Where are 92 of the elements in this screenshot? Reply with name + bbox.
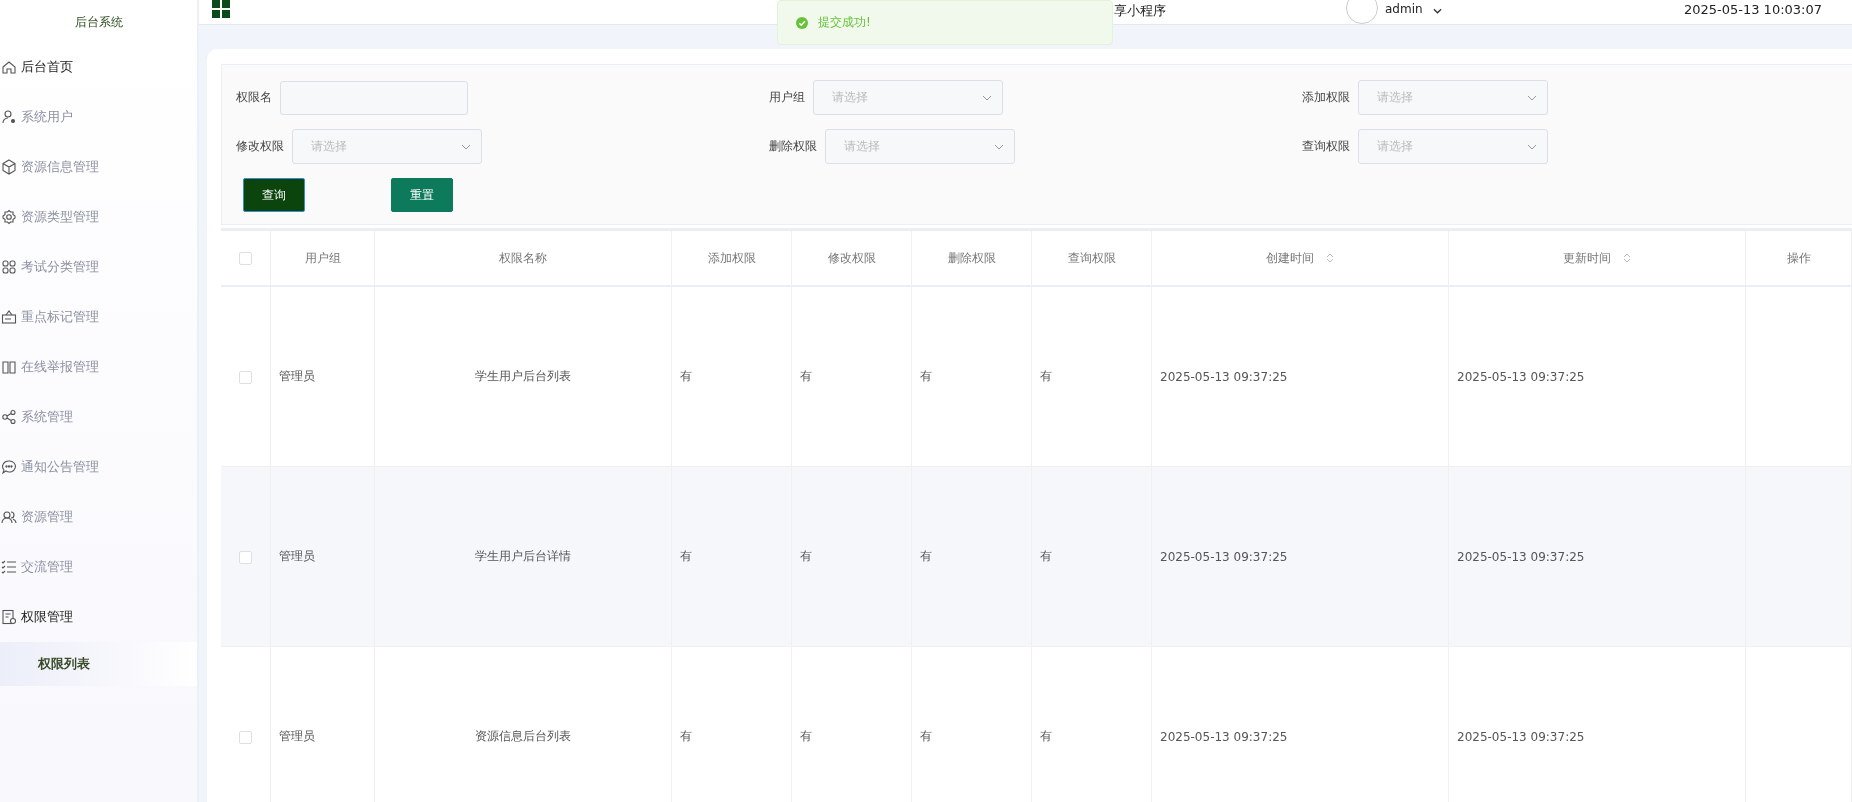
grid-icon	[1, 259, 17, 275]
caret-icon[interactable]	[1432, 8, 1442, 14]
chevron-icon	[1527, 94, 1537, 101]
app-title: 享小程序	[1114, 2, 1166, 20]
table-cell: 管理员	[279, 729, 315, 743]
table-cell: 2025-05-13 09:37:25	[1457, 369, 1585, 384]
sign-icon	[1, 309, 17, 325]
gear-icon	[1, 209, 17, 225]
users-icon	[1, 509, 17, 525]
user-name[interactable]: admin	[1385, 2, 1423, 16]
chevron-icon	[461, 143, 471, 150]
submenu-item[interactable]: 权限列表	[0, 642, 197, 686]
table-cell: 学生用户后台列表	[474, 369, 571, 383]
table-cell: 管理员	[279, 369, 315, 383]
select-field[interactable]: 请选择	[825, 129, 1015, 164]
toast-message: 提交成功!	[818, 14, 871, 31]
sort-icon[interactable]	[1326, 253, 1334, 263]
avatar-icon[interactable]	[1346, 0, 1378, 24]
table-cell: 有	[680, 369, 692, 383]
table-cell: 有	[920, 369, 932, 383]
menu-item[interactable]: 重点标记管理	[0, 292, 197, 342]
reset-button[interactable]: 重置	[391, 178, 453, 212]
sort-icon[interactable]	[1623, 253, 1631, 263]
menu-item[interactable]: 交流管理	[0, 542, 197, 592]
column-header: 用户组	[304, 250, 341, 265]
menu-item[interactable]: 后台首页	[0, 42, 197, 92]
search-button[interactable]: 查询	[243, 178, 305, 212]
checkbox[interactable]	[239, 252, 252, 265]
document-icon	[1, 609, 17, 625]
table-cell: 管理员	[279, 549, 315, 563]
grid-icon[interactable]	[212, 0, 230, 18]
check-icon	[796, 16, 808, 29]
table-cell: 2025-05-13 09:37:25	[1160, 729, 1288, 744]
book-icon	[1, 359, 17, 375]
select-field[interactable]: 请选择	[292, 129, 482, 164]
table-cell: 2025-05-13 09:37:25	[1160, 369, 1288, 384]
chevron-icon	[994, 143, 1004, 150]
text-field[interactable]	[280, 80, 468, 115]
column-header: 添加权限	[707, 250, 756, 265]
filter-label: 用户组	[769, 89, 805, 106]
menu-item[interactable]: 系统管理	[0, 392, 197, 442]
table-cell: 有	[680, 549, 692, 563]
home-icon	[1, 59, 17, 75]
table-cell: 有	[800, 369, 812, 383]
date-time: 2025-05-13 10:03:07	[1683, 2, 1822, 17]
table-cell: 2025-05-13 09:37:25	[1160, 549, 1288, 564]
table-cell: 学生用户后台详情	[474, 549, 571, 563]
table-cell: 2025-05-13 09:37:25	[1457, 729, 1585, 744]
menu-item[interactable]: 权限管理	[0, 592, 197, 642]
select-field[interactable]: 请选择	[1358, 80, 1548, 115]
user-icon	[1, 109, 17, 125]
menu-item[interactable]: 资源类型管理	[0, 192, 197, 242]
menu-item[interactable]: 资源信息管理	[0, 142, 197, 192]
column-header: 删除权限	[947, 250, 996, 265]
checkbox[interactable]	[239, 550, 252, 564]
table-cell: 有	[1040, 729, 1052, 743]
table-cell: 有	[800, 549, 812, 563]
list-icon	[1, 559, 17, 575]
column-header: 权限名称	[499, 250, 547, 265]
table-cell: 2025-05-13 09:37:25	[1457, 549, 1585, 564]
table-cell: 有	[1040, 369, 1052, 383]
menu-item[interactable]: 考试分类管理	[0, 242, 197, 292]
table-cell: 有	[800, 729, 812, 743]
filter-label: 添加权限	[1302, 89, 1350, 106]
column-header[interactable]: 更新时间	[1563, 250, 1611, 265]
column-header[interactable]: 创建时间	[1266, 250, 1314, 265]
menu-item[interactable]: 通知公告管理	[0, 442, 197, 492]
menu-item[interactable]: 资源管理	[0, 492, 197, 542]
checkbox[interactable]	[239, 370, 252, 384]
checkbox[interactable]	[239, 730, 252, 744]
chevron-icon	[1527, 143, 1537, 150]
filter-label: 查询权限	[1302, 138, 1350, 155]
table-cell: 有	[1040, 549, 1052, 563]
filter-label: 删除权限	[769, 138, 817, 155]
select-field[interactable]: 请选择	[813, 80, 1003, 115]
table-cell: 有	[920, 729, 932, 743]
select-field[interactable]: 请选择	[1358, 129, 1548, 164]
chat-icon	[1, 459, 17, 475]
system-title: 后台系统	[73, 13, 124, 31]
table-cell: 有	[680, 729, 692, 743]
menu-item[interactable]: 在线举报管理	[0, 342, 197, 392]
chevron-icon	[982, 94, 992, 101]
table-cell: 有	[920, 549, 932, 563]
filter-label: 权限名	[236, 89, 272, 106]
filter-label: 修改权限	[236, 138, 284, 155]
menu-item[interactable]: 系统用户	[0, 92, 197, 142]
table-cell: 资源信息后台列表	[474, 729, 571, 743]
column-header: 查询权限	[1067, 250, 1116, 265]
column-header: 修改权限	[827, 250, 876, 265]
column-header: 操作	[1786, 250, 1811, 265]
cube-icon	[1, 159, 17, 175]
share-icon	[1, 409, 17, 425]
